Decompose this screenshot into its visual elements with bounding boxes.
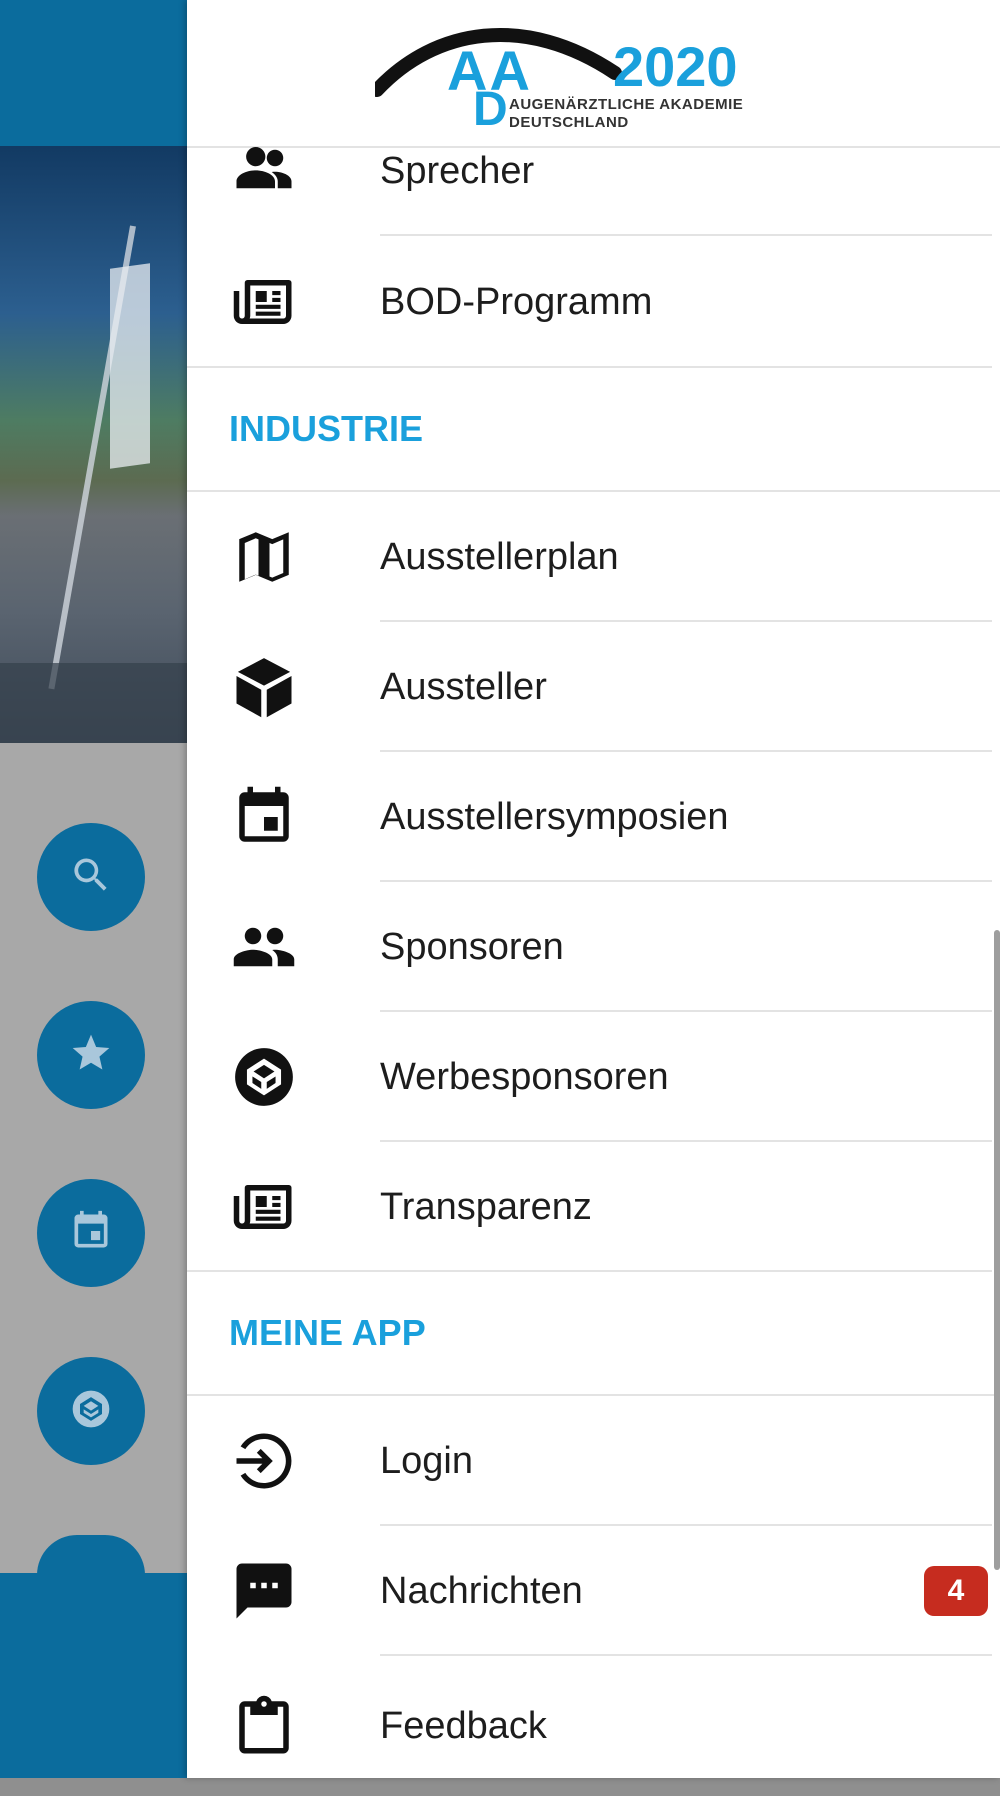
cube-icon [229,652,299,722]
menu-item-label: Transparenz [380,1185,592,1228]
drawer-header: AA 2020 D AUGENÄRZTLICHE AKADEMIE DEUTSC… [187,0,1000,148]
logo-subtitle-line1: AUGENÄRZTLICHE AKADEMIE [509,96,744,113]
menu-item-label: Sponsoren [380,925,564,968]
navigation-drawer: AA 2020 D AUGENÄRZTLICHE AKADEMIE DEUTSC… [187,0,1000,1778]
logo-d: D [473,83,508,136]
logo-subtitle-line2: DEUTSCHLAND [509,114,629,131]
menu-item-aussteller[interactable]: Aussteller [187,622,1000,752]
fab-favorites-button[interactable] [37,1001,145,1109]
background-content [0,743,187,1575]
section-header-meine-app: MEINE APP [187,1272,1000,1396]
search-icon [69,853,113,902]
menu-item-nachrichten[interactable]: Nachrichten 4 [187,1526,1000,1656]
section-title: INDUSTRIE [229,408,424,449]
menu-item-label: Nachrichten [380,1569,583,1612]
menu-item-label: Aussteller [380,665,547,708]
menu-item-login[interactable]: Login [187,1396,1000,1526]
newspaper-icon [229,1172,299,1242]
fab-search-button[interactable] [37,823,145,931]
calendar-icon [69,1209,113,1258]
aad-logo: AA 2020 D AUGENÄRZTLICHE AKADEMIE DEUTSC… [375,18,790,136]
background-bottom-bar [0,1573,187,1778]
star-icon [69,1031,113,1080]
menu-item-werbesponsoren[interactable]: Werbesponsoren [187,1012,1000,1142]
drawer-scrollbar[interactable] [994,930,1000,1570]
drawer-menu: Sprecher BOD-Programm INDUSTRIE Ausstell… [187,146,1000,1796]
menu-item-ausstellersymposien[interactable]: Ausstellersymposien [187,752,1000,882]
menu-item-transparenz[interactable]: Transparenz [187,1142,1000,1272]
menu-item-sprecher[interactable]: Sprecher [187,146,1000,236]
background-app-bar [0,0,187,146]
menu-item-label: Sprecher [380,150,535,192]
codepen-icon [69,1387,113,1436]
menu-item-label: BOD-Programm [380,280,653,323]
fab-sponsors-button[interactable] [37,1357,145,1465]
unread-count-badge: 4 [924,1566,988,1616]
calendar-icon [229,782,299,852]
clipboard-icon [229,1691,299,1761]
codepen-icon [229,1042,299,1112]
chat-icon [229,1556,299,1626]
logo-year: 2020 [613,35,738,98]
menu-item-label: Feedback [380,1704,547,1747]
speakers-icon [229,134,299,204]
section-title: MEINE APP [229,1312,426,1353]
menu-item-sponsoren[interactable]: Sponsoren [187,882,1000,1012]
fab-calendar-button[interactable] [37,1179,145,1287]
people-icon [229,912,299,982]
map-icon [229,522,299,592]
newspaper-icon [229,267,299,337]
section-header-industrie: INDUSTRIE [187,368,1000,492]
menu-item-label: Ausstellersymposien [380,795,729,838]
background-hero-image [0,146,187,743]
menu-item-feedback[interactable]: Feedback [187,1656,1000,1796]
menu-item-label: Login [380,1439,473,1482]
menu-item-ausstellerplan[interactable]: Ausstellerplan [187,492,1000,622]
menu-item-label: Ausstellerplan [380,535,619,578]
menu-item-bod-programm[interactable]: BOD-Programm [187,236,1000,368]
login-icon [229,1426,299,1496]
fab-partial-button[interactable] [37,1535,145,1575]
menu-item-label: Werbesponsoren [380,1055,669,1098]
